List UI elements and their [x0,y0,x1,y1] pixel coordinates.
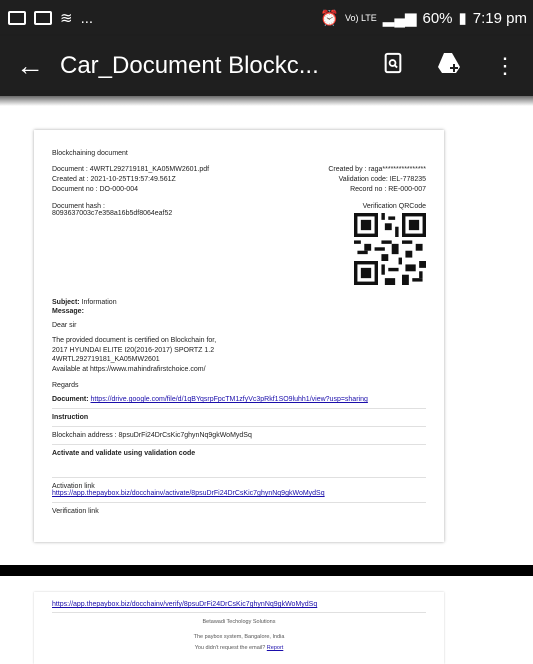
battery-percent: 60% [422,9,453,27]
doc-heading: Blockchaining document [52,150,128,157]
status-bar: ≋ ... ⏰ Vo) LTE ▂▄▆ 60% ▮ 7:19 pm [0,0,533,36]
document-no: Document no : DO-000-004 [52,186,138,193]
record-no: Record no : RE-000-007 [350,186,426,193]
divider [52,408,426,409]
greeting: Dear sir [52,322,77,329]
validation-code: Validation code: IEL-778235 [338,176,426,183]
page-gap [0,565,533,576]
notification-app-icon [34,11,52,25]
blockchain-address: Blockchain address : 8psuDrFi24DrCsKic7g… [52,432,252,439]
divider [52,426,426,427]
footer-system: The paybox system, Bangalore, India [193,634,285,640]
document-link[interactable]: https://drive.google.com/file/d/1qBYqsrp… [91,396,368,403]
pdf-page-2: https://app.thepaybox.biz/docchainv/veri… [34,592,444,664]
signal-bars-icon: ▂▄▆ [382,10,417,27]
activation-link[interactable]: https://app.thepaybox.biz/docchainv/acti… [52,490,426,497]
alarm-icon: ⏰ [320,10,339,27]
divider [52,502,426,503]
body-line-2: 2017 HYUNDAI ELITE I20(2016-2017) SPORTZ… [52,346,215,354]
hash-label: Document hash : [52,203,105,210]
activation-link-label: Activation link [52,483,95,490]
activate-label: Activate and validate using validation c… [52,450,196,457]
divider [52,612,426,613]
app-bar: ← Car_Document Blockc... ⋮ [0,36,533,96]
report-link[interactable]: Report [267,645,284,651]
more-vert-icon[interactable]: ⋮ [477,53,533,79]
verification-link-label: Verification link [52,508,99,515]
regards: Regards [52,382,79,389]
body-line-3: 4WRTL292719181_KA05MW2601 [52,356,160,363]
divider [52,444,426,445]
battery-icon: ▮ [458,10,467,27]
document-filename: Document : 4WRTL292719181_KA05MW2601.pdf [52,166,210,173]
created-by: Created by : raga**************** [328,166,426,173]
gallery-icon [8,11,26,25]
body-line-1: The provided document is certified on Bl… [52,337,217,344]
subject-label: Subject: [52,299,80,306]
divider [52,477,426,478]
document-title: Car_Document Blockc... [60,52,319,79]
created-at: Created at : 2021-10-25T19:57:49.561Z [52,176,176,183]
document-link-label: Document: [52,396,89,403]
footer-company: Betawadi Techology Solutions [202,619,276,625]
qr-code-icon [354,213,426,285]
hash-value: 8093637003c7e358a16b5df8064eaf52 [52,210,173,217]
drive-add-icon[interactable] [421,51,477,81]
toolbar-shadow [0,96,533,106]
footer-request-text: You didn't request the email? [194,645,266,651]
body-line-4: Available at https://www.mahindrafirstch… [52,365,206,373]
qr-label: Verification QRCode [362,203,426,210]
doc-search-icon[interactable] [365,52,421,80]
instruction-label: Instruction [52,414,89,421]
message-label: Message: [52,308,84,315]
subject-value: Information [81,299,117,306]
pdf-page-1: Blockchaining document Document : 4WRTL2… [34,130,444,542]
overflow-dots: ... [80,9,94,27]
clock: 7:19 pm [472,9,527,27]
arrow-left-icon[interactable]: ← [0,50,60,82]
volte-indicator: Vo) LTE [344,13,377,23]
verification-link[interactable]: https://app.thepaybox.biz/docchainv/veri… [52,601,426,608]
wifi-calling-icon: ≋ [60,10,73,27]
